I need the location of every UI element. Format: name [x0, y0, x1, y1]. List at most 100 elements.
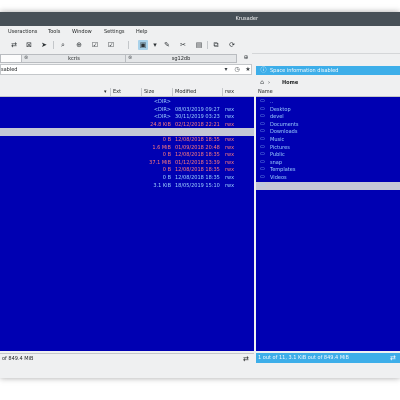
- pencil-icon[interactable]: ✎: [162, 40, 172, 50]
- tab-sg12db[interactable]: ⊗ sg12db: [125, 54, 237, 63]
- cell-rwx: rwx: [225, 159, 235, 166]
- column-rwx[interactable]: rwx: [225, 89, 234, 95]
- file-name: Videos: [270, 175, 287, 181]
- cell-size: 24.8 KiB: [150, 121, 171, 128]
- folder-icon: ▭: [260, 105, 265, 112]
- cell-rwx: rwx: [225, 182, 235, 189]
- folder-icon: ▭: [260, 98, 265, 104]
- menu-settings[interactable]: Settings: [104, 29, 125, 35]
- cell-size: 37.1 MiB: [149, 159, 171, 166]
- right-file-list[interactable]: ▭.. ▭ Desktop ▭ devel ▭ Documents ▭ Downloads ▭ Mu…: [256, 97, 400, 351]
- menu-help[interactable]: Help: [136, 29, 147, 35]
- cell-rwx: rwx: [225, 137, 235, 143]
- swap-panels-icon[interactable]: ⇄: [9, 40, 19, 50]
- cell-size: <DIR>: [153, 99, 171, 105]
- cell-size: 0 B: [162, 167, 171, 174]
- bookmark-icon[interactable]: ★: [244, 66, 252, 74]
- sort-arrow-icon[interactable]: ▾: [104, 89, 107, 95]
- cursor-icon[interactable]: ➤: [39, 40, 49, 50]
- checkbox-icon[interactable]: ☑: [106, 40, 116, 50]
- cell-modified: 08/03/2019 09:27: [175, 106, 220, 113]
- right-column-header: Name: [256, 88, 400, 97]
- left-path-text: sabled: [1, 67, 18, 73]
- terminal-icon[interactable]: ▣: [138, 40, 148, 50]
- cell-size: 0 B: [162, 175, 171, 181]
- left-file-list[interactable]: <DIR> <DIR> 08/03/2019 09:27 rwx <DIR> 30/11/…: [0, 97, 254, 351]
- file-name: Documents: [270, 121, 299, 128]
- cell-size: <DIR>: [153, 114, 171, 121]
- file-name: Downloads: [270, 129, 298, 136]
- menu-window[interactable]: Window: [72, 29, 92, 35]
- cell-rwx: rwx: [225, 121, 235, 128]
- list-item[interactable]: ▭: [256, 181, 400, 190]
- file-name: Pictures: [270, 144, 290, 151]
- folder-icon: ▭: [260, 120, 265, 127]
- left-status-bar: of 849.4 MiB ⇄: [0, 353, 254, 364]
- compare-icon[interactable]: ⊠: [24, 40, 34, 50]
- cell-modified: 30/11/2019 03:23: [175, 114, 220, 121]
- right-location-bar[interactable]: ⌂ › Home: [256, 77, 400, 88]
- left-path-bar[interactable]: sabled ▾ ◷ ★: [0, 64, 252, 75]
- search-icon[interactable]: ⌕: [58, 40, 68, 50]
- arrows-icon[interactable]: ⇄: [243, 355, 249, 363]
- folder-icon: ▭: [260, 174, 265, 180]
- folder-icon: ▭: [260, 181, 265, 188]
- folder-icon: ▭: [260, 136, 265, 142]
- folder-icon: ▭: [260, 128, 265, 135]
- sync-icon[interactable]: ⟳: [227, 40, 237, 50]
- file-name: devel: [270, 114, 284, 121]
- home-icon[interactable]: ⌂: [258, 79, 266, 87]
- folder-icon: ▭: [260, 166, 265, 173]
- cell-size: 0 B: [162, 137, 171, 143]
- column-size[interactable]: Size: [144, 89, 154, 95]
- toolbar-separator: [207, 41, 208, 49]
- tab-label: sg12db: [171, 56, 191, 62]
- folder-icon: ▭: [260, 113, 265, 120]
- file-name: Desktop: [270, 106, 291, 113]
- cell-modified: 18/05/2019 15:10: [175, 182, 220, 189]
- toolbar-separator: [53, 41, 54, 49]
- table-row[interactable]: 3.1 KiB 18/05/2019 15:10 rwx: [0, 182, 254, 190]
- new-folder-icon[interactable]: ⊕: [74, 40, 84, 50]
- column-modified[interactable]: Modified: [175, 89, 196, 95]
- file-name: Public: [270, 152, 285, 159]
- cell-modified: 02/12/2018 22:21: [175, 121, 220, 128]
- column-ext[interactable]: Ext: [113, 89, 121, 95]
- menu-tools[interactable]: Tools: [48, 29, 60, 35]
- cell-rwx: rwx: [225, 152, 235, 159]
- clipboard-icon[interactable]: ▤: [194, 40, 204, 50]
- file-name: snap: [270, 159, 283, 166]
- cell-size: 0 B: [162, 152, 171, 159]
- arrows-icon[interactable]: ⇄: [390, 354, 396, 362]
- toolbar-separator: [128, 41, 129, 49]
- new-tab-icon[interactable]: ⊕: [242, 54, 250, 62]
- menu-useractions[interactable]: Useractions: [8, 29, 37, 35]
- cell-modified: 01/09/2018 20:48: [175, 144, 220, 151]
- breadcrumb-home[interactable]: Home: [282, 80, 298, 86]
- info-icon: ⓘ: [260, 67, 267, 74]
- cell-modified: 12/08/2018 18:35: [175, 137, 220, 143]
- space-info-banner: ⓘ Space information disabled: [256, 66, 400, 75]
- file-name: Templates: [270, 167, 296, 174]
- checkbox-icon[interactable]: ☑: [90, 40, 100, 50]
- file-name: Music: [270, 137, 285, 143]
- copy-icon[interactable]: ⧉: [211, 40, 221, 50]
- folder-icon: ▭: [260, 151, 265, 158]
- cut-icon[interactable]: ✂: [178, 40, 188, 50]
- history-icon[interactable]: ◷: [233, 66, 241, 74]
- cell-rwx: rwx: [225, 106, 235, 113]
- cell-rwx: rwx: [225, 175, 235, 181]
- main-toolbar: ⇄ ⊠ ➤ ⌕ ⊕ ☑ ☑ ▣ ▾ ✎ ✂ ▤ ⧉ ⟳: [0, 37, 400, 54]
- column-name[interactable]: Name: [258, 89, 273, 95]
- title-bar[interactable]: Krusader: [0, 12, 400, 26]
- cell-size: 1.6 MiB: [152, 144, 171, 151]
- chevron-down-icon[interactable]: ▾: [222, 66, 230, 74]
- dropdown-arrow-icon[interactable]: ▾: [150, 40, 160, 50]
- cell-rwx: rwx: [225, 114, 235, 121]
- tab-label: kcris: [68, 56, 80, 62]
- tab-kcris[interactable]: ⊗ kcris: [21, 54, 127, 63]
- cell-rwx: rwx: [225, 144, 235, 151]
- right-status-bar: 1 out of 11, 3.1 KiB out of 849.4 MiB ⇄: [256, 353, 400, 363]
- cell-modified: 12/08/2018 18:35: [175, 175, 220, 181]
- left-column-header: ▾ Ext Size Modified rwx: [0, 88, 254, 97]
